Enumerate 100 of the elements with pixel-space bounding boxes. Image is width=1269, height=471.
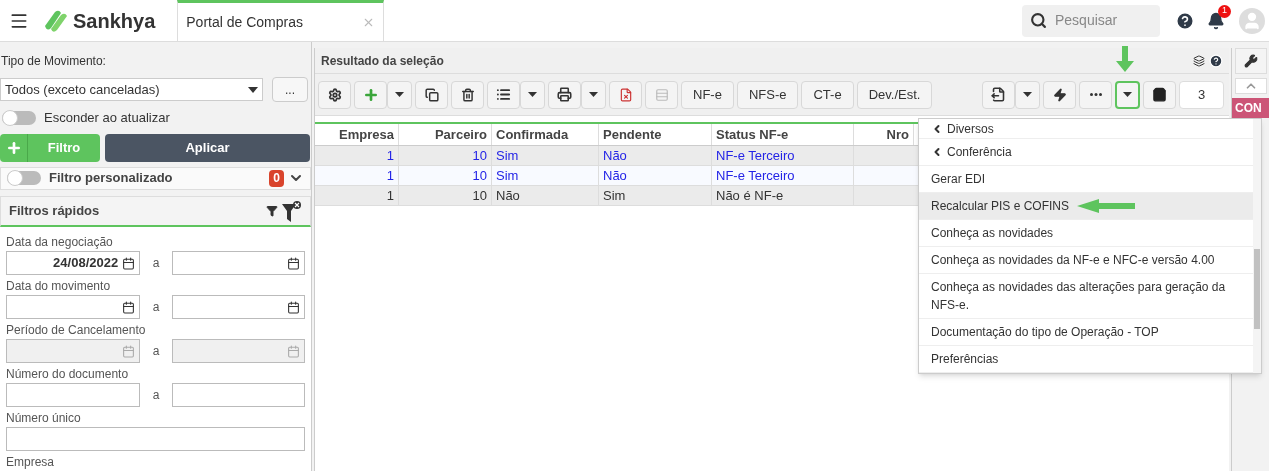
toolbar-button[interactable]: NF-e: [681, 80, 734, 109]
column-header[interactable]: Status NF-e: [712, 124, 854, 145]
table-cell: 10: [399, 186, 492, 205]
trash-icon: [460, 87, 475, 102]
caret-icon: [248, 86, 258, 93]
notification-badge: 1: [1218, 4, 1231, 18]
table-cell: NF-e Terceiro: [712, 166, 854, 185]
toggle-switch[interactable]: [7, 171, 41, 186]
more-button[interactable]: ...: [272, 77, 308, 102]
menu-item[interactable]: Recalcular PIS e COFINS: [919, 193, 1253, 220]
range-separator: a: [151, 387, 161, 404]
export-button[interactable]: [982, 80, 1015, 109]
calendar-icon: [287, 344, 300, 358]
settings-icon: [327, 87, 342, 102]
search-icon: [1030, 12, 1047, 29]
menu-item[interactable]: Diversos: [919, 119, 1253, 139]
bell-icon[interactable]: [1207, 11, 1225, 30]
date-field[interactable]: [6, 295, 141, 319]
column-header[interactable]: Nro: [854, 124, 914, 145]
calendar-icon: [122, 256, 136, 270]
movement-select[interactable]: Todos (exceto canceladas): [0, 78, 263, 101]
dropdown-button[interactable]: [387, 80, 412, 109]
date-field[interactable]: [171, 251, 305, 275]
menu-item[interactable]: Gerar EDI: [919, 166, 1253, 193]
column-header[interactable]: Parceiro: [399, 124, 492, 145]
document-cancel-icon: [618, 87, 633, 102]
caret-icon: [589, 92, 598, 97]
column-header[interactable]: Empresa: [315, 124, 399, 145]
plus-icon: [5, 139, 22, 156]
menu-item[interactable]: Conferência: [919, 139, 1253, 166]
calendar-icon: [287, 300, 300, 314]
table-cell: Não: [599, 166, 712, 185]
toolbar-button[interactable]: NFS-e: [736, 80, 799, 109]
table-cell: 1: [315, 186, 399, 205]
field-label: Empresa: [6, 454, 56, 471]
help-icon[interactable]: [1175, 10, 1195, 31]
toolbar-button[interactable]: CT-e: [801, 80, 854, 109]
date-field[interactable]: 24/08/2022: [6, 251, 141, 275]
date-field[interactable]: [171, 295, 305, 319]
dropdown-button[interactable]: [520, 80, 545, 109]
input-field[interactable]: [6, 383, 141, 407]
status-badge: CON: [1232, 98, 1269, 118]
settings-button[interactable]: [318, 80, 351, 109]
page-field[interactable]: 3: [1179, 80, 1224, 109]
list-button[interactable]: [487, 80, 520, 109]
field-label: Tipo de Movimento:: [0, 53, 107, 70]
caret-icon: [395, 92, 404, 97]
input-field[interactable]: [171, 383, 305, 407]
field-label: Número único: [6, 410, 82, 427]
calendar-icon: [287, 256, 300, 270]
menu-item[interactable]: Conheça as novidades da NF-e e NFC-e versão 4.00: [919, 247, 1253, 274]
range-separator: a: [151, 299, 161, 316]
help-icon[interactable]: [1209, 53, 1223, 68]
range-separator: a: [151, 255, 161, 272]
action-button[interactable]: [1043, 80, 1076, 109]
ellipsis-icon: [1089, 93, 1102, 96]
copy-icon: [424, 87, 439, 102]
table-cell: Sim: [599, 186, 712, 205]
toggle-switch[interactable]: [2, 110, 36, 125]
toggle-label: Filtro personalizado: [49, 169, 174, 188]
menu-item[interactable]: Conheça as novidades: [919, 220, 1253, 247]
page-tab[interactable]: Portal de Compras: [177, 0, 385, 41]
bag-button[interactable]: [1143, 80, 1176, 109]
menu-item[interactable]: Conheça as novidades das alterações para geração da NFS-e.: [919, 274, 1253, 319]
filter-icon[interactable]: [266, 204, 278, 217]
caret-icon: [1023, 92, 1032, 97]
dropdown-button[interactable]: [1115, 80, 1140, 109]
table-cell: Sim: [492, 166, 599, 185]
dropdown-button[interactable]: [581, 80, 606, 109]
caret-icon: [528, 92, 537, 97]
filter-clear-icon[interactable]: [282, 199, 302, 222]
toggle-label: Esconder ao atualizar: [44, 109, 170, 127]
rows-icon: [654, 87, 669, 102]
toolbar-button[interactable]: Dev./Est.: [856, 80, 933, 109]
panel-title: Filtros rápidos: [9, 202, 101, 221]
dropdown-button[interactable]: [1015, 80, 1040, 109]
menu-item[interactable]: Documentação do tipo de Operação - TOP: [919, 319, 1253, 346]
column-header[interactable]: Pendente: [599, 124, 712, 145]
column-header[interactable]: Confirmada: [492, 124, 599, 145]
field-label: Número do documento: [6, 366, 130, 383]
calendar-icon: [122, 344, 136, 358]
table-cell: Não: [492, 186, 599, 205]
table-cell: 1: [315, 146, 399, 165]
field-label: Período de Cancelamento: [6, 322, 147, 339]
copy-button[interactable]: [415, 80, 448, 109]
delete-button[interactable]: [451, 80, 484, 109]
print-button[interactable]: [548, 80, 581, 109]
apply-button[interactable]: Aplicar: [105, 133, 310, 162]
cancel-document-button[interactable]: [609, 80, 642, 109]
arrow-icon: [1077, 199, 1136, 213]
arrow-icon: [1116, 46, 1134, 72]
wrench-icon: [1243, 54, 1258, 68]
scrollbar[interactable]: [1253, 119, 1261, 373]
tools-button[interactable]: [1234, 48, 1267, 74]
field-label: Data do movimento: [6, 278, 112, 295]
table-cell: Não é NF-e: [712, 186, 854, 205]
calendar-icon: [122, 300, 136, 314]
menu-item[interactable]: Preferências: [919, 346, 1253, 373]
table-cell: 10: [399, 146, 492, 165]
input-field[interactable]: [6, 427, 305, 451]
